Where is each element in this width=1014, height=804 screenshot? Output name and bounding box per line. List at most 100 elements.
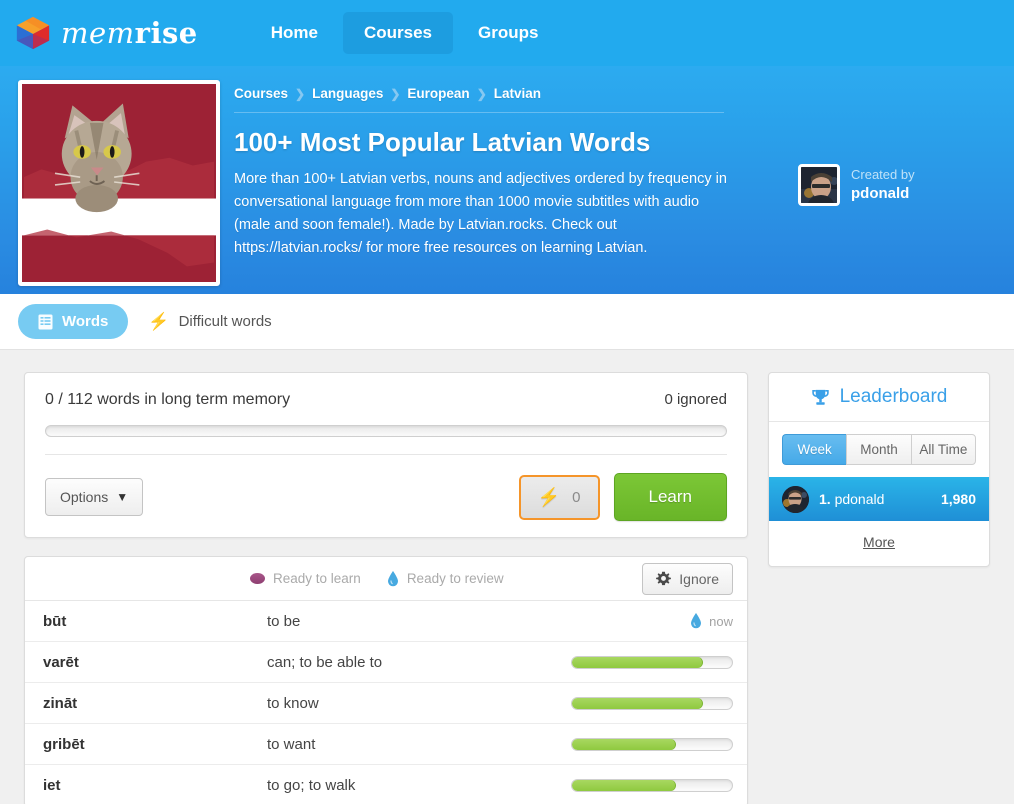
progress-summary-row: 0 / 112 words in long term memory 0 igno…	[45, 391, 727, 409]
tab-words[interactable]: Words	[18, 304, 129, 339]
oval-purple-icon	[250, 573, 265, 584]
nav-link-groups[interactable]: Groups	[457, 12, 559, 54]
word-definition: to go; to walk	[267, 776, 356, 794]
creator-meta: Created by pdonald	[851, 166, 915, 204]
leaderboard-more: More	[769, 521, 989, 566]
breadcrumb-item-languages[interactable]: Languages	[312, 86, 383, 101]
leaderboard-header: Leaderboard	[769, 373, 989, 422]
chevron-down-icon: ▼	[116, 490, 129, 504]
word-status: now	[561, 613, 733, 629]
course-description: More than 100+ Latvian verbs, nouns and …	[234, 171, 727, 256]
breadcrumb-separator-icon: ❯	[295, 86, 306, 101]
legend-ready-to-review: Ready to review	[387, 570, 504, 587]
memrise-logo[interactable]: memrise	[14, 14, 198, 52]
word-term: būt	[43, 612, 67, 630]
breadcrumb-item-courses[interactable]: Courses	[234, 86, 288, 101]
ignored-count-text: 0 ignored	[664, 391, 727, 408]
breadcrumb-item-latvian[interactable]: Latvian	[494, 86, 541, 101]
word-definition: to be	[267, 612, 301, 630]
gear-icon	[656, 571, 672, 586]
leaderboard-entry-name: 1. pdonald	[819, 491, 931, 507]
leaderboard-entry[interactable]: 1. pdonald 1,980	[769, 477, 989, 521]
learn-actions: ⚡ 0 Learn	[518, 473, 727, 521]
legend-ready-to-learn: Ready to learn	[250, 571, 361, 586]
leaderboard-entry-rank: 1.	[819, 491, 831, 507]
course-title: 100+ Most Popular Latvian Words	[234, 127, 651, 157]
word-status	[561, 655, 733, 669]
word-status	[561, 737, 733, 751]
breadcrumb-divider	[234, 112, 724, 113]
leaderboard-range-week[interactable]: Week	[782, 434, 847, 465]
table-row[interactable]: būt to be now	[25, 601, 747, 642]
course-creator[interactable]: Created by pdonald	[798, 164, 915, 206]
leaderboard-range-all-time[interactable]: All Time	[910, 434, 976, 465]
progress-actions-row: Options ▼ ⚡ 0 Learn	[45, 455, 727, 521]
words-list-header: Ready to learn Ready to review Ignore	[25, 557, 747, 601]
trophy-icon	[811, 389, 829, 405]
latvian-flag-cat-image	[22, 84, 216, 282]
points-button[interactable]: ⚡ 0	[518, 474, 600, 520]
right-column: Leaderboard Week Month All Time 1. pdona…	[768, 372, 990, 804]
word-strength-bar	[571, 737, 733, 751]
brand-wordmark: memrise	[61, 16, 198, 50]
course-tab-bar: Words ⚡ Difficult words	[0, 294, 1014, 350]
nav-link-home[interactable]: Home	[250, 12, 339, 54]
word-strength-fill	[572, 779, 676, 791]
leaderboard-entry-username: pdonald	[834, 491, 885, 507]
left-column: 0 / 112 words in long term memory 0 igno…	[24, 372, 748, 804]
creator-name[interactable]: pdonald	[851, 184, 915, 204]
leaderboard-range-month[interactable]: Month	[846, 434, 911, 465]
learn-button[interactable]: Learn	[613, 473, 727, 521]
leaderboard-range-tabs: Week Month All Time	[769, 422, 989, 477]
words-list-card: Ready to learn Ready to review Ignore bū…	[24, 556, 748, 804]
creator-avatar[interactable]	[798, 164, 840, 206]
tab-difficult-words-label: Difficult words	[178, 313, 272, 330]
ignore-button[interactable]: Ignore	[642, 562, 733, 595]
course-header: Courses ❯ Languages ❯ European ❯ Latvian…	[0, 66, 1014, 294]
leaderboard-more-link[interactable]: More	[863, 534, 895, 550]
brand-rise: rise	[134, 16, 198, 50]
nav-link-courses[interactable]: Courses	[342, 12, 454, 54]
leaderboard-card: Leaderboard Week Month All Time 1. pdona…	[768, 372, 990, 567]
leaderboard-avatar-image	[782, 485, 809, 513]
options-button[interactable]: Options ▼	[45, 478, 144, 516]
water-drop-icon	[387, 570, 398, 586]
creator-avatar-image	[801, 167, 837, 203]
word-term: iet	[43, 776, 61, 794]
word-status-label: now	[709, 613, 733, 629]
creator-label: Created by	[851, 167, 915, 183]
word-term: gribēt	[43, 735, 85, 753]
tab-words-label: Words	[62, 313, 109, 330]
legend-ready-to-learn-label: Ready to learn	[273, 571, 361, 586]
main-content: 0 / 112 words in long term memory 0 igno…	[0, 350, 1014, 804]
legend-ready-to-review-label: Ready to review	[406, 571, 504, 586]
tab-difficult-words[interactable]: ⚡ Difficult words	[128, 304, 291, 339]
table-row[interactable]: iet to go; to walk	[25, 765, 747, 804]
status-legend: Ready to learn Ready to review	[250, 570, 504, 587]
word-status	[561, 696, 733, 710]
avatar	[782, 485, 809, 513]
word-strength-bar	[571, 655, 733, 669]
word-status-due: now	[690, 613, 733, 629]
brand-mem: mem	[61, 16, 135, 50]
course-cover-image[interactable]	[18, 80, 220, 286]
leaderboard-title: Leaderboard	[839, 386, 948, 407]
breadcrumb-item-european[interactable]: European	[407, 86, 469, 101]
word-term: zināt	[43, 694, 78, 712]
memrise-cube-icon	[16, 16, 50, 50]
course-progress-card: 0 / 112 words in long term memory 0 igno…	[24, 372, 748, 538]
table-row[interactable]: zināt to know	[25, 683, 747, 724]
word-definition: to know	[267, 694, 319, 712]
breadcrumb-separator-icon: ❯	[476, 86, 487, 101]
word-strength-bar	[571, 696, 733, 710]
word-definition: can; to be able to	[267, 653, 383, 671]
table-row[interactable]: varēt can; to be able to	[25, 642, 747, 683]
progress-summary-text: 0 / 112 words in long term memory	[45, 391, 291, 408]
table-row[interactable]: gribēt to want	[25, 724, 747, 765]
options-button-label: Options	[60, 489, 109, 505]
list-icon	[38, 314, 53, 329]
word-definition: to want	[267, 735, 316, 753]
word-strength-bar	[571, 778, 733, 792]
long-term-memory-progress-bar	[45, 425, 727, 437]
breadcrumb-separator-icon: ❯	[390, 86, 401, 101]
